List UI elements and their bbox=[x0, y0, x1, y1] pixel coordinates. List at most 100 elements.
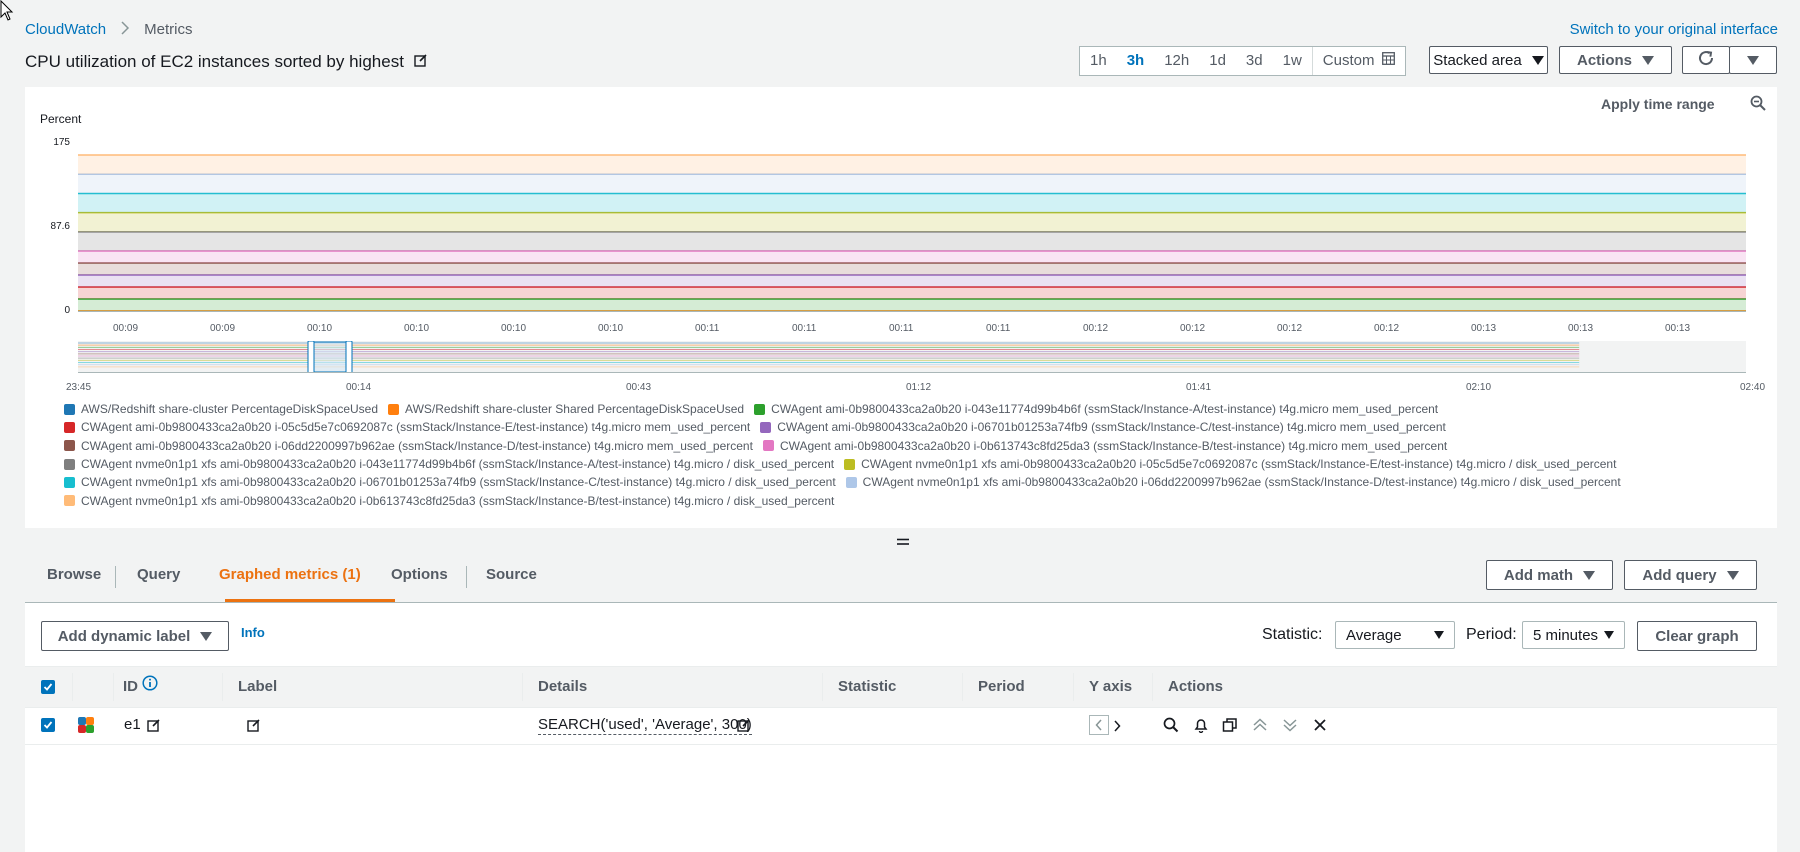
column-header-label[interactable]: Label bbox=[238, 667, 277, 707]
x-tick-label: 00:12 bbox=[1180, 323, 1206, 334]
legend-swatch bbox=[762, 440, 774, 452]
add-math-label: Add math bbox=[1503, 566, 1574, 584]
legend-item[interactable]: CWAgent nvme0n1p1 xfs ami-0b9800433ca2a0… bbox=[64, 494, 834, 508]
y-tick-label: 0 bbox=[64, 305, 70, 316]
minimap-handle-left[interactable] bbox=[307, 341, 315, 373]
add-dynamic-label-button[interactable]: Add dynamic label bbox=[41, 621, 229, 651]
graph-type-label: Stacked area bbox=[1433, 51, 1522, 69]
edit-details-icon[interactable] bbox=[737, 718, 751, 737]
legend-item[interactable]: CWAgent ami-0b9800433ca2a0b20 i-06dd2200… bbox=[64, 439, 753, 453]
actions-dropdown[interactable]: Actions bbox=[1559, 46, 1672, 74]
stacked-area-chart[interactable] bbox=[78, 140, 1746, 312]
period-select[interactable]: 5 minutes bbox=[1522, 621, 1625, 649]
legend-item[interactable]: CWAgent nvme0n1p1 xfs ami-0b9800433ca2a0… bbox=[64, 457, 834, 471]
mouse-cursor-icon bbox=[0, 0, 14, 27]
column-header-y-axis[interactable]: Y axis bbox=[1089, 667, 1132, 707]
minimap-tick-label: 02:40 bbox=[1740, 382, 1766, 393]
column-divider bbox=[1152, 673, 1153, 701]
caret-down-icon bbox=[200, 631, 213, 641]
breadcrumb-cloudwatch-link[interactable]: CloudWatch bbox=[25, 21, 106, 38]
select-all-checkbox[interactable] bbox=[41, 680, 55, 694]
page-title: CPU utilization of EC2 instances sorted … bbox=[25, 52, 404, 71]
column-divider bbox=[522, 673, 523, 701]
alarm-bell-icon[interactable] bbox=[1193, 717, 1209, 738]
tab-options[interactable]: Options bbox=[391, 555, 448, 603]
legend-label: CWAgent nvme0n1p1 xfs ami-0b9800433ca2a0… bbox=[862, 475, 1621, 490]
legend-swatch bbox=[64, 476, 75, 488]
time-range-1h[interactable]: 1h bbox=[1080, 47, 1117, 75]
row-checkbox[interactable] bbox=[41, 718, 55, 732]
legend-label: AWS/Redshift share-cluster PercentageDis… bbox=[81, 402, 379, 417]
edit-icon[interactable] bbox=[414, 52, 428, 72]
x-tick-label: 00:12 bbox=[1374, 323, 1400, 334]
column-header-statistic[interactable]: Statistic bbox=[838, 667, 896, 707]
edit-label-icon[interactable] bbox=[247, 718, 261, 737]
legend-item[interactable]: CWAgent nvme0n1p1 xfs ami-0b9800433ca2a0… bbox=[845, 475, 1621, 490]
row-details-expression[interactable]: SEARCH('used', 'Average', 300) bbox=[538, 716, 752, 735]
x-tick-label: 00:13 bbox=[1568, 323, 1594, 334]
time-range-3d[interactable]: 3d bbox=[1236, 47, 1273, 75]
x-tick-label: 00:11 bbox=[889, 323, 914, 334]
refresh-interval-dropdown[interactable] bbox=[1729, 46, 1777, 74]
legend-label: AWS/Redshift share-cluster Shared Percen… bbox=[405, 402, 745, 417]
time-range-1w[interactable]: 1w bbox=[1273, 47, 1312, 75]
time-range-1d[interactable]: 1d bbox=[1199, 47, 1236, 75]
column-header-period[interactable]: Period bbox=[978, 667, 1025, 707]
tab-source[interactable]: Source bbox=[486, 555, 537, 603]
legend-item[interactable]: CWAgent ami-0b9800433ca2a0b20 i-05c5d5e7… bbox=[64, 420, 750, 434]
legend-item[interactable]: CWAgent ami-0b9800433ca2a0b20 i-043e1177… bbox=[754, 402, 1438, 416]
time-range-3h[interactable]: 3h bbox=[1117, 47, 1155, 75]
apply-time-range-button[interactable]: Apply time range bbox=[1601, 96, 1715, 112]
switch-interface-link[interactable]: Switch to your original interface bbox=[1570, 21, 1778, 38]
legend-swatch bbox=[754, 403, 766, 415]
y-tick-label: 87.6 bbox=[50, 221, 70, 232]
refresh-button[interactable] bbox=[1682, 46, 1730, 74]
legend-item[interactable]: CWAgent ami-0b9800433ca2a0b20 i-06701b01… bbox=[760, 420, 1446, 434]
search-icon[interactable] bbox=[1163, 717, 1179, 738]
minimap-handle-right[interactable] bbox=[345, 341, 353, 373]
legend-row: CWAgent nvme0n1p1 xfs ami-0b9800433ca2a0… bbox=[64, 473, 1764, 491]
graph-type-dropdown[interactable]: Stacked area bbox=[1429, 46, 1548, 74]
info-circle-icon[interactable] bbox=[142, 667, 158, 707]
area-series-11 bbox=[78, 155, 1746, 175]
duplicate-icon[interactable] bbox=[1222, 717, 1238, 738]
caret-down-icon bbox=[1604, 631, 1614, 639]
column-header-id[interactable]: ID bbox=[123, 667, 158, 707]
time-range-custom[interactable]: Custom bbox=[1311, 47, 1406, 75]
add-math-button[interactable]: Add math bbox=[1486, 560, 1613, 590]
legend-item[interactable]: AWS/Redshift share-cluster PercentageDis… bbox=[64, 402, 378, 416]
add-query-button[interactable]: Add query bbox=[1624, 560, 1757, 590]
table-header: ID Label Details Statistic Period Y axis… bbox=[25, 666, 1777, 708]
minimap-selection[interactable] bbox=[310, 341, 350, 373]
zoom-out-icon[interactable] bbox=[1750, 95, 1766, 116]
legend-item[interactable]: AWS/Redshift share-cluster Shared Percen… bbox=[388, 402, 744, 416]
move-up-icon[interactable] bbox=[1252, 717, 1268, 738]
legend-item[interactable]: CWAgent ami-0b9800433ca2a0b20 i-0b613743… bbox=[762, 439, 1447, 453]
clear-graph-button[interactable]: Clear graph bbox=[1637, 621, 1757, 651]
legend-swatch bbox=[760, 421, 772, 433]
legend-swatch bbox=[64, 495, 75, 507]
tab-query[interactable]: Query bbox=[137, 555, 180, 603]
info-link[interactable]: Info bbox=[241, 625, 265, 640]
legend-item[interactable]: CWAgent nvme0n1p1 xfs ami-0b9800433ca2a0… bbox=[64, 475, 836, 489]
resize-handle-icon[interactable] bbox=[897, 533, 909, 551]
tab-browse[interactable]: Browse bbox=[47, 555, 101, 603]
remove-icon[interactable] bbox=[1312, 717, 1328, 738]
column-header-details[interactable]: Details bbox=[538, 667, 587, 707]
x-tick-label: 00:09 bbox=[113, 323, 139, 334]
x-tick-label: 00:12 bbox=[1277, 323, 1303, 334]
tab-graphed-metrics[interactable]: Graphed metrics (1) bbox=[219, 555, 361, 603]
x-tick-label: 00:12 bbox=[1083, 323, 1109, 334]
column-header-actions[interactable]: Actions bbox=[1168, 667, 1223, 707]
move-down-icon[interactable] bbox=[1282, 717, 1298, 738]
statistic-select[interactable]: Average bbox=[1335, 621, 1455, 649]
custom-label: Custom bbox=[1322, 52, 1375, 69]
edit-id-icon[interactable] bbox=[147, 718, 161, 737]
legend-item[interactable]: CWAgent nvme0n1p1 xfs ami-0b9800433ca2a0… bbox=[844, 457, 1616, 471]
series-color-icon[interactable] bbox=[78, 717, 94, 738]
y-axis-left-button[interactable] bbox=[1089, 715, 1109, 735]
legend-label: CWAgent ami-0b9800433ca2a0b20 i-06701b01… bbox=[777, 420, 1446, 435]
time-range-12h[interactable]: 12h bbox=[1154, 47, 1199, 75]
time-minimap[interactable] bbox=[78, 341, 1746, 373]
y-axis-right-button[interactable] bbox=[1113, 719, 1121, 737]
